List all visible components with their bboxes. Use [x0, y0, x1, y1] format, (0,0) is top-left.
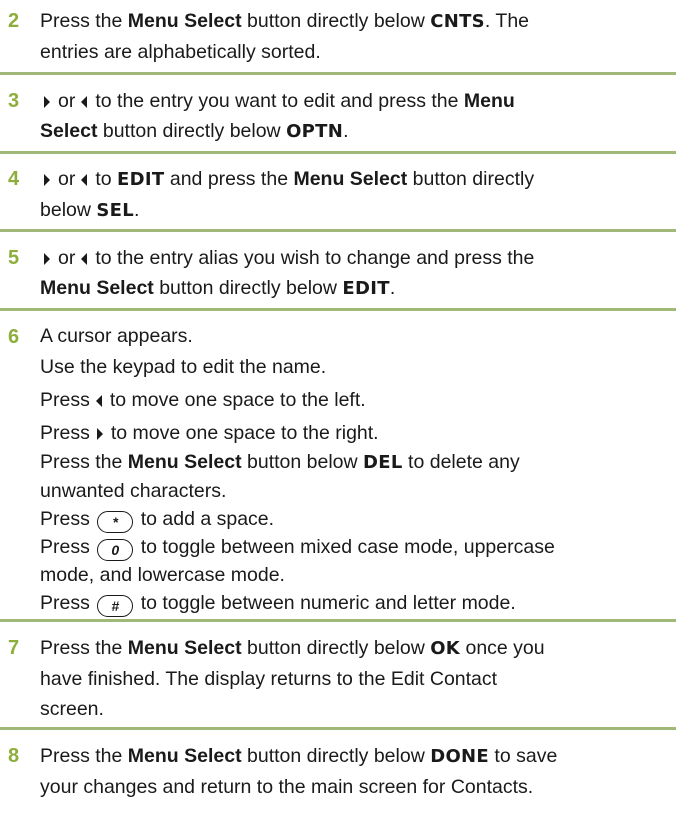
left-arrow-icon [81, 96, 88, 108]
divider [0, 72, 676, 75]
right-arrow-icon [96, 428, 103, 440]
pound-key-icon: # [97, 595, 134, 617]
divider [0, 619, 676, 622]
left-arrow-icon [95, 395, 102, 407]
divider [0, 151, 676, 154]
step-text: Press the Menu Select button directly be… [40, 637, 545, 720]
menu-select-term: Menu Select [127, 10, 242, 32]
left-arrow-icon [81, 253, 88, 265]
divider [0, 308, 676, 311]
step-number: 6 [8, 326, 20, 348]
manual-page: 2 Press the Menu Select button directly … [0, 0, 683, 828]
step-text: or to the entry alias you wish to change … [40, 247, 535, 299]
zero-key-icon: 0 [97, 539, 134, 561]
display-label-ok: OK [430, 638, 461, 659]
display-label-optn: OPTN [286, 121, 344, 142]
right-arrow-icon [44, 253, 50, 265]
display-label-edit: EDIT [342, 278, 390, 299]
step-text: or to the entry you want to edit and pres… [40, 90, 515, 142]
divider [0, 727, 676, 730]
display-label-sel: SEL [96, 200, 135, 221]
step-text: or to EDIT and press the Menu Select butt… [40, 168, 535, 221]
display-label-done: DONE [430, 746, 490, 767]
step-number: 7 [8, 637, 20, 659]
right-arrow-icon [44, 174, 50, 186]
star-key-icon: * [97, 511, 134, 533]
step-text: Press the Menu Select button directly be… [40, 745, 558, 798]
display-label-edit: EDIT [117, 169, 165, 190]
display-label-cnts: CNTS [430, 11, 485, 32]
right-arrow-icon [44, 96, 50, 108]
step-number: 4 [8, 168, 20, 190]
step-text: Press the Menu Select button directly be… [40, 10, 530, 63]
step-number: 8 [8, 745, 20, 767]
display-label-del: DEL [363, 452, 403, 473]
step-number: 2 [8, 10, 20, 32]
step-text: A cursor appears. Use the keypad to edit… [40, 322, 670, 617]
left-arrow-icon [81, 174, 88, 186]
divider [0, 229, 676, 232]
step-number: 3 [8, 90, 20, 112]
step-number: 5 [8, 247, 20, 269]
